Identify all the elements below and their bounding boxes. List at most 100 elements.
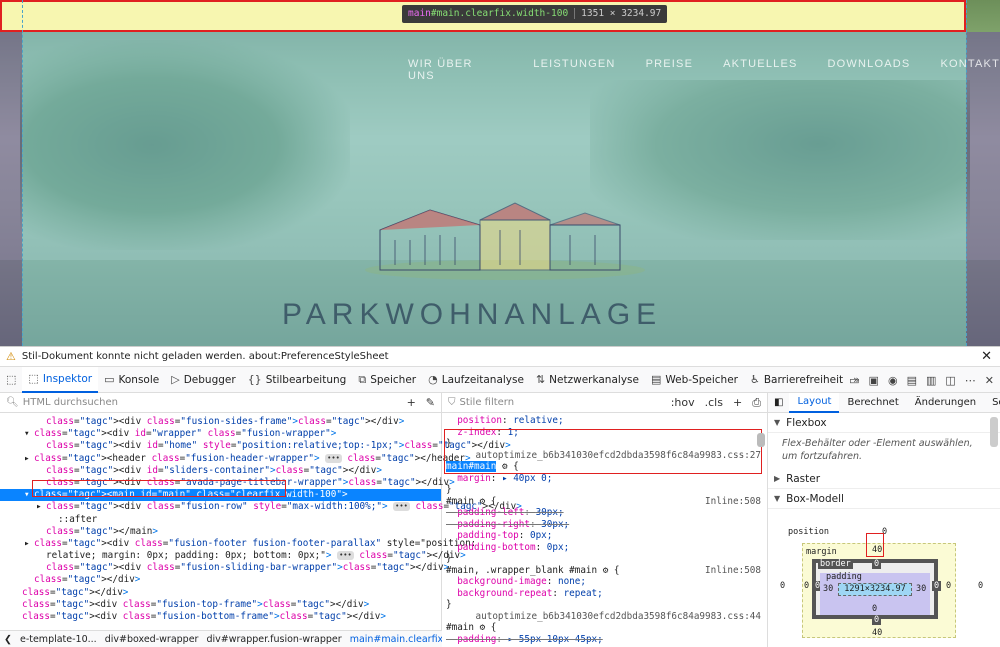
css-rule-line[interactable]: padding: ▸ 55px 10px 45px; xyxy=(446,634,767,646)
tab-barrierefreiheit[interactable]: ♿︎ Barrierefreiheit xyxy=(744,367,849,393)
margin-left-value[interactable]: 0 xyxy=(804,581,809,591)
tab-debugger[interactable]: ▷ Debugger xyxy=(165,367,241,393)
expand-toggle-icon[interactable]: ▸ xyxy=(36,501,42,513)
add-node-icon[interactable]: + xyxy=(407,396,416,409)
markup-node[interactable]: class="tagc"><div class="fusion-sides-fr… xyxy=(0,416,441,428)
css-rule-line[interactable]: padding-right: 30px; xyxy=(446,519,767,531)
css-rule-line[interactable]: padding-left: 30px; xyxy=(446,507,767,519)
markup-node[interactable]: class="tagc"><div id="sliders-container"… xyxy=(0,465,441,477)
markup-node[interactable]: ▸ class="tagc"><div class="fusion-row" st… xyxy=(0,501,522,513)
css-rule-line[interactable]: autoptimize_b6b341030efcd2dbda3598f6c84a… xyxy=(446,611,767,623)
flexbox-section[interactable]: ▼ Flexbox xyxy=(768,413,1000,433)
border-bottom-value[interactable]: 0 xyxy=(872,615,882,625)
padding-bottom-value[interactable]: 0 xyxy=(872,604,877,614)
nav-item[interactable]: LEISTUNGEN xyxy=(533,58,615,82)
frame-icon[interactable]: ▣ xyxy=(869,374,879,387)
boxmodel-section[interactable]: ▼ Box-Modell xyxy=(768,489,1000,509)
margin-right-value[interactable]: 0 xyxy=(946,581,951,591)
css-rule-line[interactable]: padding-bottom: 0px; xyxy=(446,542,767,554)
css-rule-line[interactable]: #main ⚙ {Inline:508 xyxy=(446,496,767,508)
css-rule-line[interactable]: } xyxy=(446,599,767,611)
options-icon[interactable]: ⋯ xyxy=(965,374,976,387)
ruler-icon[interactable]: ▤ xyxy=(907,374,917,387)
expand-toggle-icon[interactable]: ▾ xyxy=(24,489,30,501)
grid-section[interactable]: ▶ Raster xyxy=(768,469,1000,489)
breadcrumb-item[interactable]: main#main.clearfix.width-100 xyxy=(350,634,442,645)
html-search-input[interactable]: HTML durchsuchen xyxy=(23,397,118,408)
tab-stilbearbeitung[interactable]: {} Stilbearbeitung xyxy=(242,367,353,393)
print-simulation-icon[interactable]: ⎙ xyxy=(752,396,761,410)
eyedropper-icon[interactable]: ✎ xyxy=(426,396,435,409)
nav-item[interactable]: KONTAKT xyxy=(940,58,1000,82)
source-link[interactable]: Inline:508 xyxy=(705,565,761,576)
markup-node[interactable]: ▸ class="tagc"><div class="fusion-footer … xyxy=(0,538,476,550)
expand-toggle-icon[interactable]: ▾ xyxy=(24,428,30,440)
padding-left-value[interactable]: 30 xyxy=(823,584,833,594)
sidebar-tab-änderungen[interactable]: Änderungen xyxy=(907,393,984,413)
padding-right-value[interactable]: 30 xyxy=(916,584,926,594)
html-search[interactable]: 🔍︎ HTML durchsuchen + ✎ xyxy=(0,393,441,413)
margin-bottom-value[interactable]: 40 xyxy=(872,628,882,638)
markup-node[interactable]: class="tagc"><div class="fusion-top-fram… xyxy=(0,599,441,611)
nav-item[interactable]: DOWNLOADS xyxy=(828,58,911,82)
content-size[interactable]: 1291×3234.97 xyxy=(838,583,912,596)
tab-inspektor[interactable]: ⬚ Inspektor xyxy=(22,366,99,393)
position-right-value[interactable]: 0 xyxy=(978,581,983,591)
css-rule-line[interactable]: margin: ▸ 40px 0; xyxy=(446,473,767,485)
css-rule-line[interactable]: padding-top: 0px; xyxy=(446,530,767,542)
border-top-value[interactable]: 0 xyxy=(872,559,882,569)
tab-web-speicher[interactable]: ▤ Web-Speicher xyxy=(645,367,744,393)
markup-node[interactable]: ▸ class="tagc"><header class="fusion-head… xyxy=(0,453,471,465)
add-rule-icon[interactable]: + xyxy=(733,396,742,410)
markup-node[interactable]: relative; margin: 0px; padding: 0px; bot… xyxy=(0,550,466,562)
sidebar-tab-layout[interactable]: Layout xyxy=(789,392,840,413)
breadcrumb-item[interactable]: div#boxed-wrapper xyxy=(105,634,199,645)
close-icon[interactable]: ✕ xyxy=(981,349,992,364)
element-picker-icon[interactable]: ⬚ xyxy=(6,373,16,386)
markup-node[interactable]: class="tagc"><div class="fusion-bottom-f… xyxy=(0,611,441,623)
css-rule-line[interactable]: } xyxy=(446,553,767,565)
sidebar-tab-schr[interactable]: Schr xyxy=(984,393,1000,413)
expand-toggle-icon[interactable]: ▸ xyxy=(24,453,30,465)
markup-node[interactable]: class="tagc"><div class="fusion-sliding-… xyxy=(0,562,449,574)
dock-icon[interactable]: ◫ xyxy=(945,374,955,387)
close-devtools-icon[interactable]: ✕ xyxy=(985,374,994,387)
tab-netzwerkanalyse[interactable]: ⇅ Netzwerkanalyse xyxy=(530,367,645,393)
markup-node[interactable]: class="tagc"></div> xyxy=(0,574,441,586)
scroll-left-icon[interactable]: ❮ xyxy=(4,634,12,645)
tab-konsole[interactable]: ▭ Konsole xyxy=(98,367,165,393)
breadcrumb-item[interactable]: div#wrapper.fusion-wrapper xyxy=(206,634,341,645)
css-rule-line[interactable]: background-image: none; xyxy=(446,576,767,588)
css-rule-line[interactable]: background-repeat: repeat; xyxy=(446,588,767,600)
cls-toggle[interactable]: .cls xyxy=(705,396,723,410)
sidebar-tab-berechnet[interactable]: Berechnet xyxy=(839,393,906,413)
markup-node[interactable]: class="tagc"><div id="home" style="posit… xyxy=(0,440,511,452)
sidebar-panel-icon[interactable]: ◧ xyxy=(768,397,789,408)
css-rule-line[interactable]: position: relative; xyxy=(446,415,767,427)
source-link[interactable]: autoptimize_b6b341030efcd2dbda3598f6c84a… xyxy=(476,611,761,622)
css-rule-line[interactable]: #main ⚙ { xyxy=(446,622,767,634)
position-left-value[interactable]: 0 xyxy=(780,581,785,591)
scrollbar[interactable] xyxy=(990,417,998,447)
border-right-value[interactable]: 0 xyxy=(932,581,942,591)
nav-item[interactable]: WIR ÜBER UNS xyxy=(408,58,503,82)
markup-node[interactable]: ::after xyxy=(0,514,441,526)
markup-node[interactable]: class="tagc"></main> xyxy=(0,526,441,538)
responsive-icon[interactable]: ▭ xyxy=(849,374,859,387)
paintflash-icon[interactable]: ▥ xyxy=(926,374,936,387)
tab-speicher[interactable]: ⧉ Speicher xyxy=(352,367,422,393)
tab-laufzeitanalyse[interactable]: ◔ Laufzeitanalyse xyxy=(422,367,530,393)
expand-toggle-icon[interactable]: ▸ xyxy=(24,538,30,550)
hov-toggle[interactable]: :hov xyxy=(671,396,695,410)
styles-filter-input[interactable]: Stile filtern xyxy=(460,397,515,408)
markup-node[interactable]: ▾ class="tagc"><div id="wrapper" class="f… xyxy=(0,428,441,440)
source-link[interactable]: Inline:508 xyxy=(705,496,761,507)
scrollbar[interactable] xyxy=(757,433,765,447)
breadcrumb-item[interactable]: e-template-10... xyxy=(20,634,97,645)
screenshot-icon[interactable]: ◉ xyxy=(888,374,898,387)
css-rule-line[interactable]: #main, .wrapper_blank #main ⚙ {Inline:50… xyxy=(446,565,767,577)
markup-node[interactable]: class="tagc"></div> xyxy=(0,587,441,599)
nav-item[interactable]: AKTUELLES xyxy=(723,58,797,82)
styles-filter[interactable]: ⛉ Stile filtern :hov .cls + ⎙ xyxy=(442,393,767,413)
nav-item[interactable]: PREISE xyxy=(646,58,694,82)
